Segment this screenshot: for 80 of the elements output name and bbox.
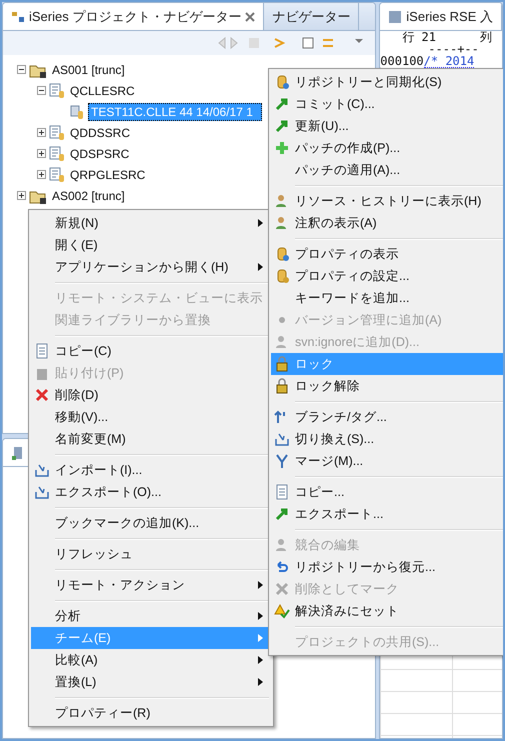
tree-item[interactable]: AS001 [trunc] bbox=[50, 62, 127, 78]
source-file-icon bbox=[49, 124, 65, 140]
arrow-icon bbox=[274, 118, 290, 134]
line-label: 行 21 bbox=[402, 31, 436, 43]
menu-item[interactable]: 解決済みにセット bbox=[271, 600, 503, 622]
tree-item[interactable]: QDDSSRC bbox=[68, 124, 132, 140]
menu-item[interactable]: 更新(U)... bbox=[271, 115, 503, 137]
menu-item[interactable]: ロック解除 bbox=[271, 375, 503, 397]
unlock-icon bbox=[274, 378, 290, 394]
lock-icon bbox=[274, 356, 290, 372]
menu-item[interactable]: ブックマークの追加(K)... bbox=[31, 512, 271, 534]
menu-item[interactable]: 置換(L) bbox=[31, 671, 271, 693]
menu-item[interactable]: 切り換え(S)... bbox=[271, 428, 503, 450]
menu-item[interactable]: リソース・ヒストリーに表示(H) bbox=[271, 190, 503, 212]
expand-toggle-icon[interactable] bbox=[37, 170, 46, 179]
submenu-arrow-icon bbox=[258, 634, 263, 642]
tree-item[interactable]: QRPGLESRC bbox=[68, 166, 148, 182]
menu-item[interactable]: プロパティの表示 bbox=[271, 243, 503, 265]
expand-toggle-icon[interactable] bbox=[37, 128, 46, 137]
expand-toggle-icon[interactable] bbox=[37, 149, 46, 158]
expand-toggle-icon[interactable] bbox=[37, 86, 46, 95]
resolve-icon bbox=[274, 603, 290, 619]
menu-item[interactable]: 注釈の表示(A) bbox=[271, 212, 503, 234]
merge-icon bbox=[274, 453, 290, 469]
submenu-arrow-icon bbox=[258, 656, 263, 664]
delete-icon bbox=[34, 387, 50, 403]
submenu-arrow-icon bbox=[258, 612, 263, 620]
menu-item[interactable]: リフレッシュ bbox=[31, 543, 271, 565]
menu-item[interactable]: エクスポート(O)... bbox=[31, 481, 271, 503]
source-file-icon bbox=[49, 166, 65, 182]
menu-item[interactable]: ブランチ/タグ... bbox=[271, 406, 503, 428]
menu-item[interactable]: マージ(M)... bbox=[271, 450, 503, 472]
import-icon bbox=[34, 462, 50, 478]
menu-item[interactable]: プロパティー(R) bbox=[31, 702, 271, 724]
menu-item[interactable]: 比較(A) bbox=[31, 649, 271, 671]
close-icon[interactable] bbox=[245, 12, 256, 22]
view-tab[interactable]: iSeries プロジェクト・ナビゲーター bbox=[3, 3, 264, 30]
tree-item[interactable]: QCLLESRC bbox=[68, 82, 137, 98]
menu-item[interactable]: コピー... bbox=[271, 481, 503, 503]
ruler: ----+-- bbox=[428, 43, 479, 55]
submenu-arrow-icon bbox=[258, 581, 263, 589]
copy-icon bbox=[274, 484, 290, 500]
expand-toggle-icon[interactable] bbox=[17, 65, 26, 74]
menu-item[interactable]: コミット(C)... bbox=[271, 93, 503, 115]
member-icon bbox=[69, 104, 85, 120]
view-tab[interactable]: ナビゲーター bbox=[264, 3, 360, 30]
editor-icon bbox=[388, 10, 402, 24]
menu-item[interactable]: リポジトリーから復元... bbox=[271, 556, 503, 578]
arrow-icon bbox=[274, 96, 290, 112]
expand-toggle-icon[interactable] bbox=[17, 191, 26, 200]
menu-item[interactable]: 名前変更(M) bbox=[31, 428, 271, 450]
source-file-icon bbox=[49, 82, 65, 98]
menu-item[interactable]: 開く(E) bbox=[31, 234, 271, 256]
column-label: 列 bbox=[480, 31, 492, 43]
menu-item[interactable]: 移動(V)... bbox=[31, 406, 271, 428]
menu-item[interactable]: 削除(D) bbox=[31, 384, 271, 406]
source-file-icon bbox=[49, 146, 65, 162]
menu-item[interactable]: 新規(N) bbox=[31, 212, 271, 234]
menu-item[interactable]: プロパティの設定... bbox=[271, 265, 503, 287]
menu-item[interactable]: パッチの作成(P)... bbox=[271, 137, 503, 159]
copy-icon bbox=[34, 343, 50, 359]
submenu-arrow-icon bbox=[258, 263, 263, 271]
submenu-arrow-icon bbox=[258, 219, 263, 227]
tree-item[interactable]: AS002 [trunc] bbox=[50, 188, 127, 204]
tree-item[interactable]: QDSPSRC bbox=[68, 146, 132, 162]
menu-item[interactable]: 分析 bbox=[31, 605, 271, 627]
editor-tab[interactable]: iSeries RSE 入 bbox=[380, 3, 502, 30]
view-title: iSeries プロジェクト・ナビゲーター bbox=[29, 8, 242, 26]
menu-item[interactable]: アプリケーションから開く(H) bbox=[31, 256, 271, 278]
menu-item[interactable]: リモート・アクション bbox=[31, 574, 271, 596]
menu-item[interactable]: パッチの適用(A)... bbox=[271, 159, 503, 181]
menu-item[interactable]: インポート(I)... bbox=[31, 459, 271, 481]
submenu-arrow-icon bbox=[258, 678, 263, 686]
menu-item[interactable]: コピー(C) bbox=[31, 340, 271, 362]
menu-item[interactable]: リポジトリーと同期化(S) bbox=[271, 71, 503, 93]
sequence-number: 000100 bbox=[380, 55, 424, 67]
x-icon bbox=[274, 581, 290, 597]
menu-item[interactable]: キーワードを追加... bbox=[271, 287, 503, 309]
menu-item[interactable]: エクスポート... bbox=[271, 503, 503, 525]
server-icon bbox=[11, 446, 25, 460]
